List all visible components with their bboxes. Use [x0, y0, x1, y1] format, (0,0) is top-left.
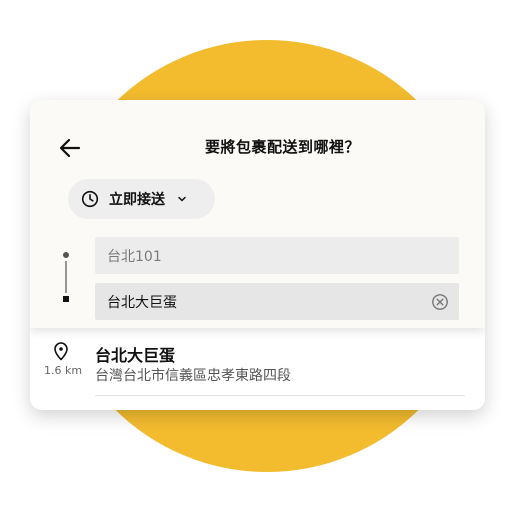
list-item[interactable]: 1.6 km 台北大巨蛋 台灣台北市信義區忠孝東路四段 [30, 328, 485, 396]
back-button[interactable] [56, 134, 84, 162]
page-title: 要將包裹配送到哪裡？ [204, 138, 360, 156]
clear-circle-x-icon[interactable] [431, 293, 449, 311]
schedule-label: 立即接送 [109, 192, 165, 208]
dropoff-value: 台北大巨蛋 [107, 294, 177, 311]
delivery-destination-card: 要將包裹配送到哪裡？ 立即接送 台北101 台北大巨蛋 1.6 km 台北大巨蛋… [30, 100, 485, 410]
search-header: 要將包裹配送到哪裡？ 立即接送 台北101 台北大巨蛋 [30, 100, 485, 328]
search-results-list: 1.6 km 台北大巨蛋 台灣台北市信義區忠孝東路四段 [30, 328, 485, 410]
arrow-left-icon [59, 138, 81, 158]
result-address: 台灣台北市信義區忠孝東路四段 [95, 368, 291, 384]
screenshot-stage: 要將包裹配送到哪裡？ 立即接送 台北101 台北大巨蛋 1.6 km 台北大巨蛋… [0, 0, 512, 512]
clock-icon [81, 190, 99, 208]
divider [95, 395, 465, 396]
dropoff-input[interactable]: 台北大巨蛋 [95, 283, 459, 320]
schedule-dropdown[interactable]: 立即接送 [68, 179, 215, 219]
location-pin-icon [54, 342, 68, 361]
result-name: 台北大巨蛋 [95, 346, 176, 365]
result-distance: 1.6 km [43, 364, 83, 377]
route-connector-icon [63, 252, 69, 302]
chevron-down-icon [178, 196, 186, 202]
pickup-value: 台北101 [107, 248, 162, 265]
pickup-input[interactable]: 台北101 [95, 237, 459, 274]
